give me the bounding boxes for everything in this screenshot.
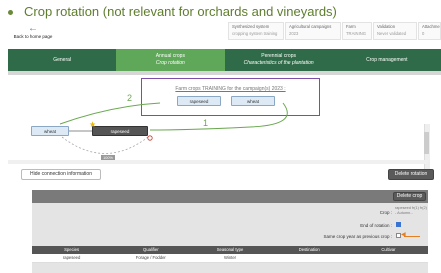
rotation-node-wheat[interactable]: wheat: [31, 126, 69, 136]
end-of-rotation-label: End of rotation :: [360, 223, 392, 228]
col-qualifier: Qualifier: [143, 247, 159, 252]
end-of-rotation-checkbox[interactable]: [396, 222, 401, 227]
cell-seasonal-type: Winter: [223, 255, 237, 260]
cell-cultivar: [349, 254, 428, 262]
hide-connection-button[interactable]: Hide connection information: [21, 169, 101, 180]
flow-arrow-1: [149, 102, 288, 131]
col-destination: Destination: [298, 247, 320, 252]
crop-label: Crop :: [379, 210, 392, 215]
crop-value: rapeseed fr(1) fr(2) - Autumn...: [395, 206, 427, 215]
flow-label-1: 1: [203, 118, 209, 128]
delete-crop-button[interactable]: Delete crop: [393, 192, 426, 201]
rotation-loop: [61, 136, 149, 154]
cell-destination: [270, 254, 349, 262]
flow-arrow-2: [59, 102, 161, 125]
cell-species: rapeseed: [62, 255, 81, 260]
diagram-scroll-thumb[interactable]: [424, 132, 429, 154]
species-table-header: Species Qualifier Seasonal type Destinat…: [32, 246, 428, 254]
diagram-horizontal-scrollbar[interactable]: [8, 160, 428, 164]
crop-panel-header: [32, 190, 428, 203]
same-year-label: Same crop year as previous crop :: [323, 234, 392, 239]
table-row[interactable]: rapeseed Forage / Fodder Winter: [32, 254, 428, 263]
selected-star-icon: ★: [89, 120, 97, 129]
pointer-arrow-icon: ◀: [401, 232, 406, 238]
rotation-node-rapeseed[interactable]: rapeseed: [92, 126, 148, 136]
col-cultivar: Cultivar: [381, 247, 396, 252]
flow-label-2: 2: [127, 93, 133, 103]
col-species: Species: [64, 247, 80, 252]
delete-rotation-button[interactable]: Delete rotation: [388, 169, 434, 180]
col-seasonal-type: Seasonal type: [216, 247, 244, 252]
cell-qualifier: Forage / Fodder: [135, 255, 166, 260]
connector-dot-icon[interactable]: [147, 135, 153, 141]
pointer-arrow-line: [404, 236, 420, 237]
